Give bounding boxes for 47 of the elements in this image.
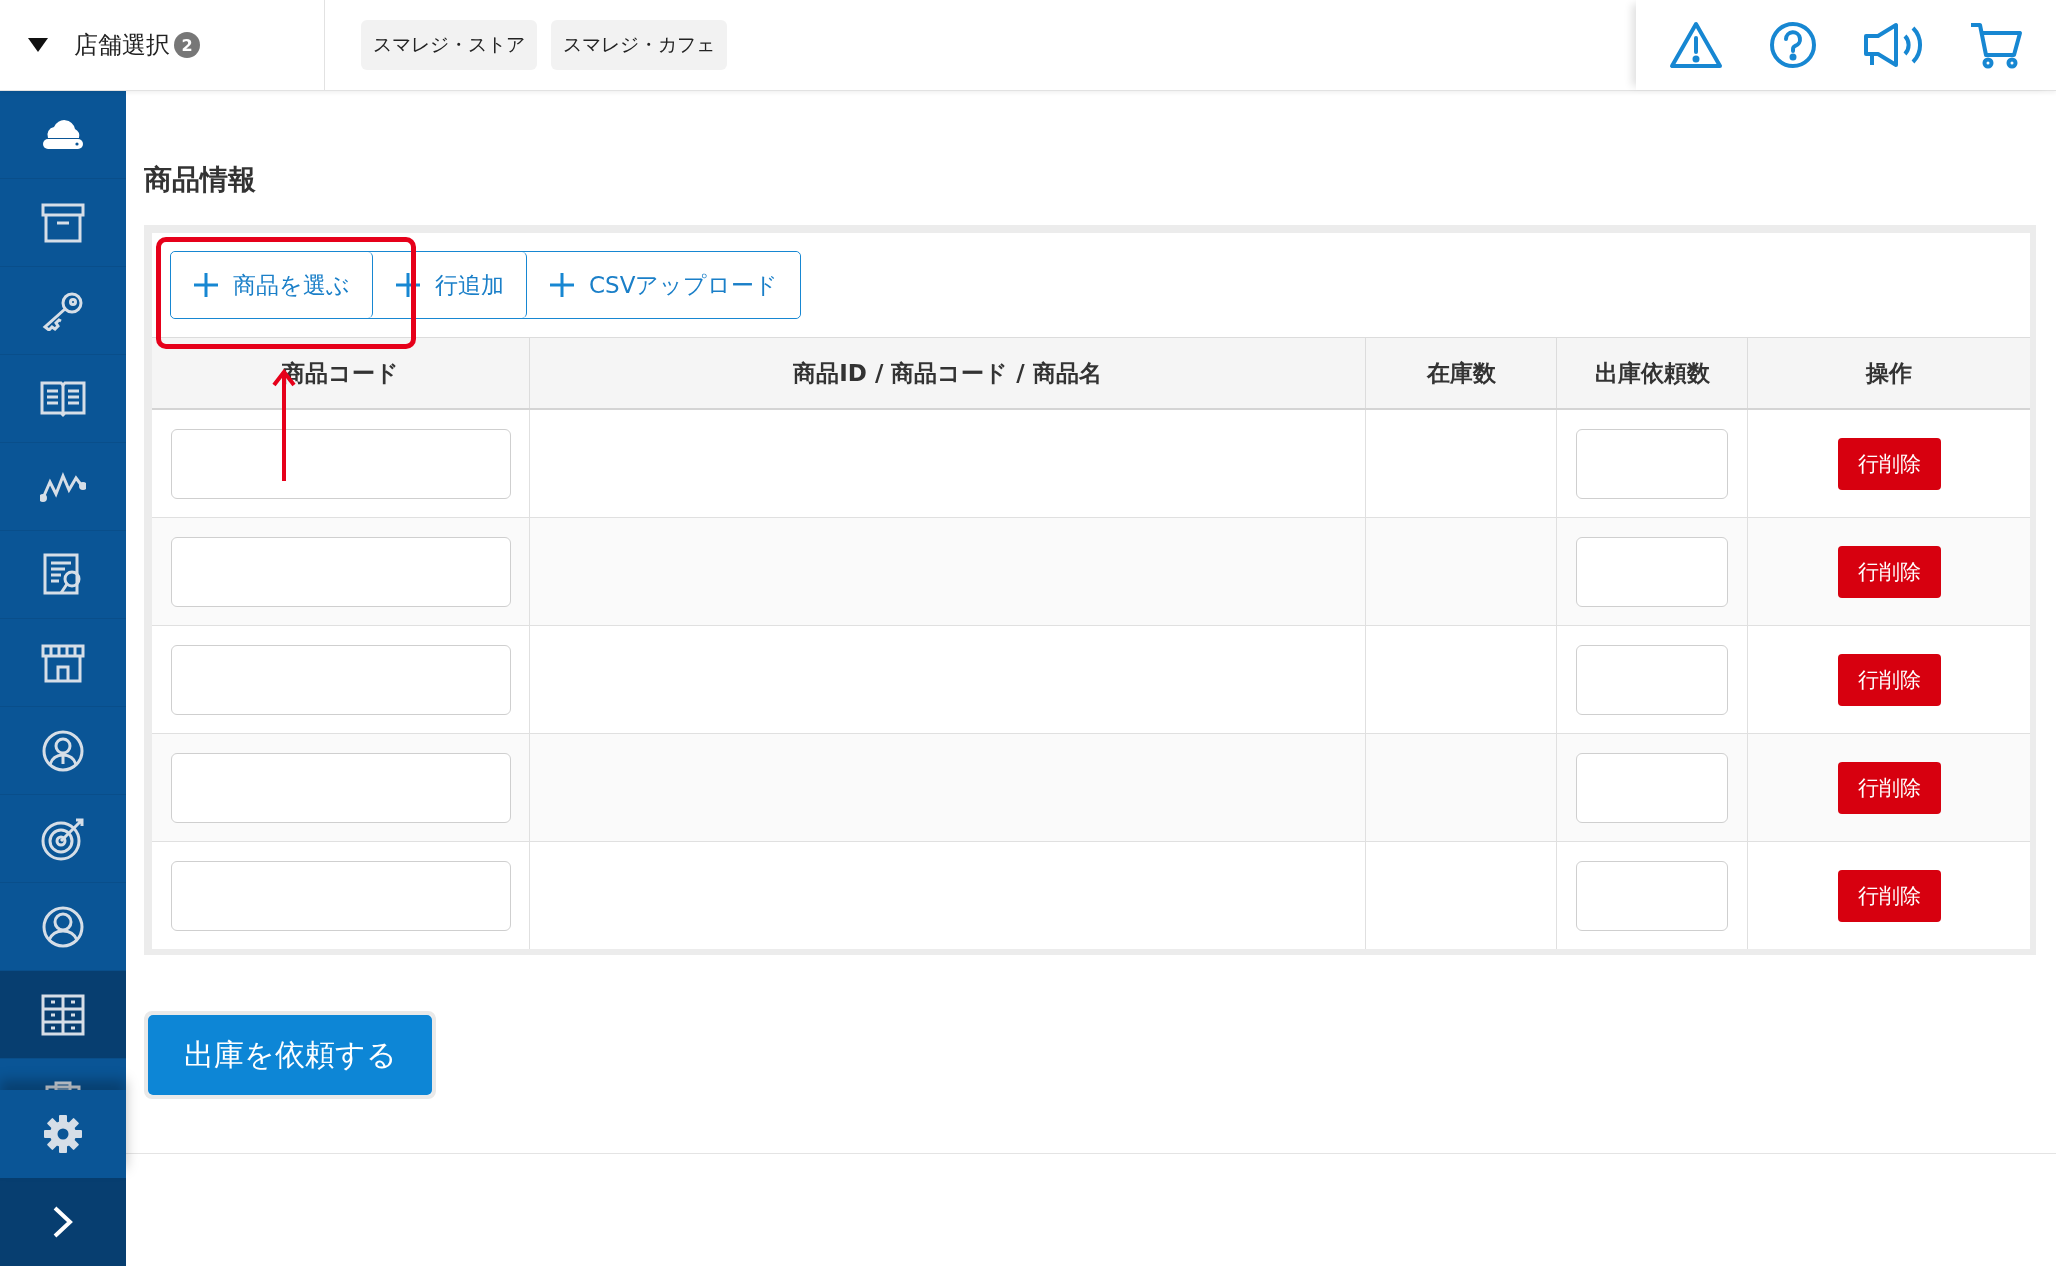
settings-icon xyxy=(43,1114,83,1154)
line-chart-icon xyxy=(40,471,86,502)
product-code-input[interactable] xyxy=(170,536,511,607)
section-title: 商品情報 xyxy=(144,162,257,198)
megaphone-icon[interactable] xyxy=(1863,22,1923,68)
column-header: 操作 xyxy=(1747,337,2030,409)
grid-drawers-icon xyxy=(41,993,85,1036)
user-icon xyxy=(41,904,85,949)
product-code-input[interactable] xyxy=(170,428,511,499)
column-header: 在庫数 xyxy=(1365,337,1557,409)
quantity-input[interactable] xyxy=(1576,860,1728,931)
cloud-icon xyxy=(40,117,86,152)
delete-row-button[interactable]: 行削除 xyxy=(1837,545,1941,598)
cart-icon[interactable] xyxy=(1969,21,2023,69)
column-header: 商品ID / 商品コード / 商品名 xyxy=(529,337,1366,409)
quantity-input[interactable] xyxy=(1576,752,1728,823)
delete-row-button[interactable]: 行削除 xyxy=(1837,437,1941,490)
delete-row-button[interactable]: 行削除 xyxy=(1837,761,1941,814)
user-badge-icon xyxy=(41,728,85,773)
product-code-input[interactable] xyxy=(170,752,511,823)
plus-icon xyxy=(395,272,421,298)
submit-button[interactable]: 出庫を依頼する xyxy=(148,1015,432,1095)
sidebar-item[interactable] xyxy=(0,971,126,1059)
toolbar-button[interactable]: 商品を選ぶ xyxy=(171,252,373,318)
column-header: 出庫依頼数 xyxy=(1556,337,1748,409)
quantity-input[interactable] xyxy=(1576,644,1728,715)
quantity-input[interactable] xyxy=(1576,536,1728,607)
delete-row-button[interactable]: 行削除 xyxy=(1837,653,1941,706)
chevron-right-icon xyxy=(52,1205,74,1239)
store-chip[interactable]: スマレジ・カフェ xyxy=(551,20,727,70)
plus-icon xyxy=(193,272,219,298)
book-icon xyxy=(40,379,86,418)
delete-row-button[interactable]: 行削除 xyxy=(1837,869,1941,922)
help-icon[interactable] xyxy=(1769,21,1817,69)
settings-item[interactable] xyxy=(0,1090,126,1178)
store-selector[interactable]: 店舗選択 2 xyxy=(0,0,325,90)
count-badge: 2 xyxy=(174,32,200,58)
storefront-icon xyxy=(41,642,85,683)
plus-icon xyxy=(549,272,575,298)
product-code-input[interactable] xyxy=(170,644,511,715)
quantity-input[interactable] xyxy=(1576,428,1728,499)
key-icon xyxy=(41,290,85,331)
caret-icon xyxy=(28,38,48,52)
product-code-input[interactable] xyxy=(170,860,511,931)
warning-icon[interactable] xyxy=(1669,21,1723,69)
box-icon xyxy=(41,202,85,243)
store-chip[interactable]: スマレジ・ストア xyxy=(361,20,537,70)
